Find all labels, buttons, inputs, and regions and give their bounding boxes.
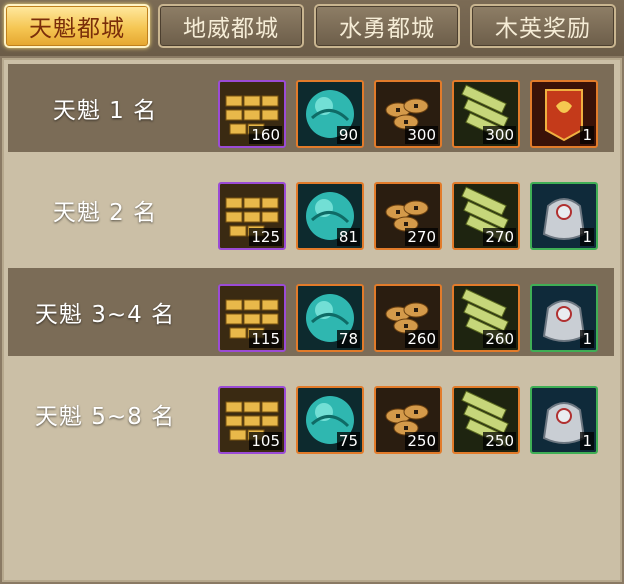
item-count: 115 (249, 330, 282, 348)
gold-bars-item[interactable]: 125 (218, 182, 286, 250)
item-count: 250 (405, 432, 438, 450)
item-count: 250 (483, 432, 516, 450)
coins-item[interactable]: 270 (374, 182, 442, 250)
rank-label: 天魁 5~8 名 (34, 404, 176, 430)
jade-orb-item[interactable]: 81 (296, 182, 364, 250)
bamboo-item[interactable]: 270 (452, 182, 520, 250)
silver-pouch-item[interactable]: 1 (530, 182, 598, 250)
item-count: 81 (336, 228, 360, 246)
item-count: 270 (483, 228, 516, 246)
bamboo-item[interactable]: 260 (452, 284, 520, 352)
item-count: 125 (249, 228, 282, 246)
item-count: 75 (336, 432, 360, 450)
jade-orb-item[interactable]: 75 (296, 386, 364, 454)
reward-row-rank-5-8: 天魁 5~8 名 105 75 250 250 1 (8, 370, 614, 458)
bamboo-item[interactable]: 250 (452, 386, 520, 454)
jade-orb-item[interactable]: 90 (296, 80, 364, 148)
gold-bars-item[interactable]: 115 (218, 284, 286, 352)
item-count: 105 (249, 432, 282, 450)
coins-item[interactable]: 300 (374, 80, 442, 148)
tab-bar: 天魁都城 地威都城 水勇都城 木英奖励 (0, 0, 624, 56)
tab-shuiyong-city[interactable]: 水勇都城 (314, 4, 460, 48)
reward-row-rank-3-4: 天魁 3~4 名 115 78 260 260 1 (8, 268, 614, 356)
item-count: 160 (249, 126, 282, 144)
tab-tiankui-city[interactable]: 天魁都城 (4, 4, 150, 48)
reward-row-rank-2: 天魁 2 名 125 81 270 270 1 (8, 166, 614, 254)
coins-item[interactable]: 250 (374, 386, 442, 454)
item-count: 1 (580, 228, 594, 246)
item-count: 1 (580, 126, 594, 144)
item-count: 78 (336, 330, 360, 348)
tab-diwei-city[interactable]: 地威都城 (158, 4, 304, 48)
item-count: 270 (405, 228, 438, 246)
bamboo-item[interactable]: 300 (452, 80, 520, 148)
rank-label: 天魁 2 名 (52, 200, 158, 226)
silver-pouch-item[interactable]: 1 (530, 284, 598, 352)
item-count: 1 (580, 330, 594, 348)
item-count: 260 (405, 330, 438, 348)
red-banner-item[interactable]: 1 (530, 80, 598, 148)
item-count: 90 (336, 126, 360, 144)
reward-row-rank-1: 天魁 1 名 160 90 300 300 1 (8, 64, 614, 152)
silver-pouch-item[interactable]: 1 (530, 386, 598, 454)
gold-bars-item[interactable]: 160 (218, 80, 286, 148)
item-count: 1 (580, 432, 594, 450)
coins-item[interactable]: 260 (374, 284, 442, 352)
item-count: 300 (405, 126, 438, 144)
item-count: 260 (483, 330, 516, 348)
item-count: 300 (483, 126, 516, 144)
jade-orb-item[interactable]: 78 (296, 284, 364, 352)
rank-label: 天魁 1 名 (52, 98, 158, 124)
tab-muying-reward[interactable]: 木英奖励 (470, 4, 616, 48)
rank-label: 天魁 3~4 名 (34, 302, 176, 328)
reward-panel: 天魁 1 名 160 90 300 300 1 天魁 2 名 125 81 27… (2, 58, 622, 582)
gold-bars-item[interactable]: 105 (218, 386, 286, 454)
